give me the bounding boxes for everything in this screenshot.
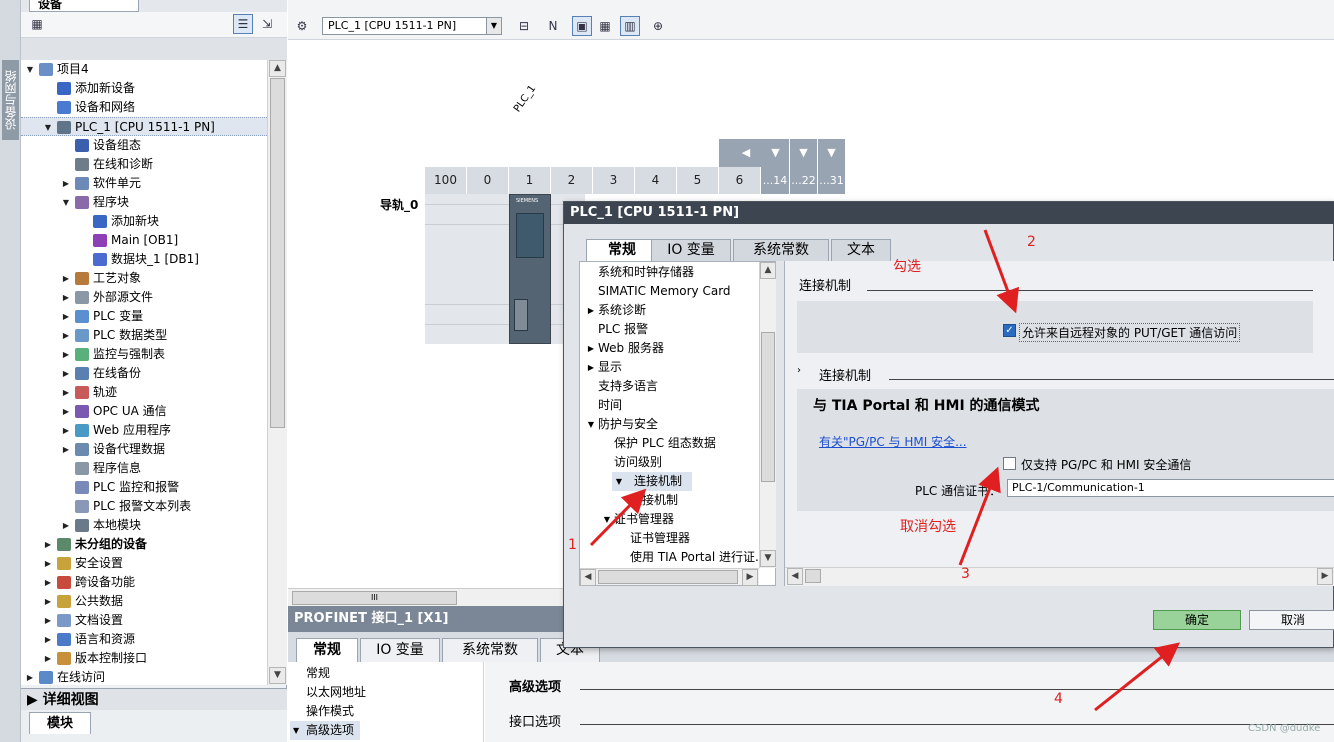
annotation-4: 4 xyxy=(1054,691,1063,707)
annotation-3: 3 xyxy=(961,566,970,582)
annotation-1: 1 xyxy=(568,537,577,553)
annotation-uncheck: 取消勾选 xyxy=(900,519,956,535)
annotation-2: 2 xyxy=(1027,234,1036,250)
arrow-4 xyxy=(1094,642,1181,712)
arrow-3 xyxy=(958,466,1001,566)
annotation-check: 勾选 xyxy=(893,259,921,275)
arrow-1 xyxy=(589,488,647,547)
watermark: CSDN @dudke xyxy=(1248,723,1321,734)
arrow-2 xyxy=(983,229,1019,314)
annotation-arrows xyxy=(589,229,1181,712)
